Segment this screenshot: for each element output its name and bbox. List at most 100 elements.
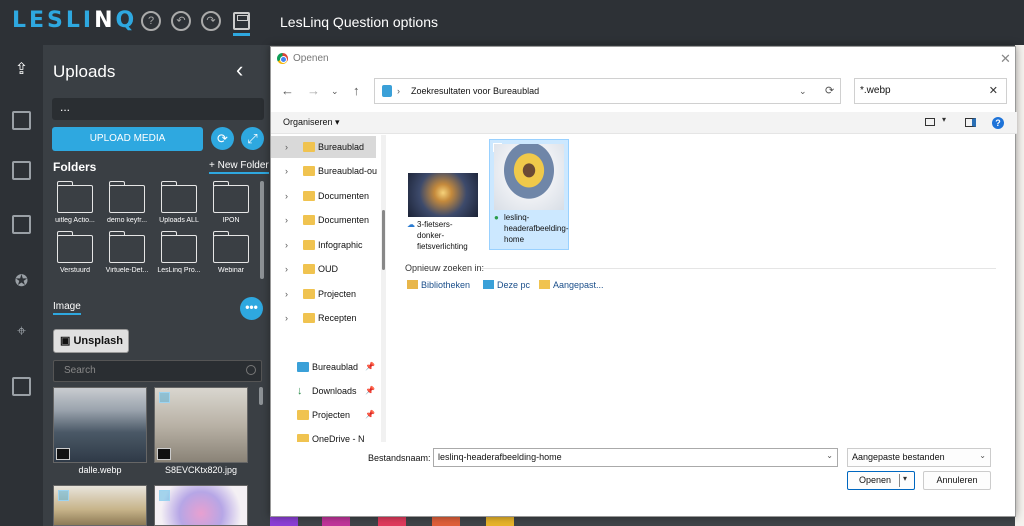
redo-icon[interactable]: ↷ — [201, 11, 221, 31]
question-icon[interactable] — [12, 215, 31, 234]
image-tab[interactable]: Image — [53, 301, 81, 315]
select-checkbox[interactable] — [58, 490, 69, 501]
folder-item[interactable]: Uploads ALL — [156, 181, 202, 224]
view-icon[interactable] — [925, 118, 935, 126]
chevron-right-icon[interactable]: › — [285, 307, 288, 329]
url-input[interactable]: ... — [52, 98, 264, 120]
help-icon[interactable]: ? — [992, 117, 1004, 129]
nav-item[interactable]: › Bureaublad-ou — [271, 160, 377, 182]
pin-icon[interactable]: 📌 — [365, 356, 375, 378]
folder-item[interactable]: uitleg Actio... — [52, 181, 98, 224]
unsplash-button[interactable]: ▣ Unsplash — [53, 329, 129, 353]
chevron-down-icon[interactable]: ⌄ — [979, 451, 986, 460]
custom-folder-icon — [539, 280, 550, 289]
nav-item[interactable]: › Documenten — [271, 185, 376, 207]
media-icon[interactable] — [12, 161, 31, 180]
location-link[interactable]: Bibliotheken — [407, 280, 470, 290]
location-link[interactable]: Deze pc — [483, 280, 530, 290]
camera-icon: ▣ — [60, 335, 74, 347]
chevron-right-icon[interactable]: › — [285, 209, 288, 231]
background-icon[interactable] — [12, 377, 31, 396]
forward-icon[interactable]: → — [307, 83, 320, 98]
nav-item-bureaublad[interactable]: › Bureaublad — [271, 136, 376, 158]
refresh-icon[interactable]: ⟳ — [211, 127, 234, 150]
search-input[interactable]: *.webp ✕ — [854, 78, 1007, 104]
expand-icon[interactable]: ⤢ — [241, 127, 264, 150]
nav-item[interactable]: › OUD — [271, 258, 376, 280]
pin-icon[interactable]: 📌 — [365, 404, 375, 426]
filename-input[interactable]: leslinq-headerafbeelding-home ⌄ — [433, 448, 838, 467]
interaction-icon[interactable]: ⌖ — [0, 307, 43, 357]
file-item[interactable]: ☁ 3-fietsers-donker-fietsverlichting — [403, 169, 483, 256]
folder-item[interactable]: IPON — [208, 181, 254, 224]
back-icon[interactable]: ← — [281, 83, 294, 98]
media-thumbnail[interactable] — [53, 485, 147, 526]
nav-item[interactable]: › Recepten — [271, 307, 376, 329]
quick-access-item[interactable]: OneDrive - N — [271, 428, 376, 442]
nav-scrollbar[interactable] — [381, 135, 386, 442]
text-icon[interactable] — [12, 111, 31, 130]
split-divider — [899, 474, 900, 487]
chevron-right-icon[interactable]: › — [285, 160, 288, 182]
app-logo[interactable]: LESLINQ — [12, 8, 137, 33]
select-checkbox[interactable] — [159, 392, 170, 403]
select-checkbox[interactable] — [159, 490, 170, 501]
folder-item[interactable]: Webinar — [208, 231, 254, 274]
media-thumbnail[interactable] — [154, 485, 248, 526]
refresh-icon[interactable]: ⟳ — [825, 79, 834, 103]
undo-icon[interactable]: ↶ — [171, 11, 191, 31]
location-link[interactable]: Aangepast... — [539, 280, 604, 290]
elements-icon[interactable]: ✪ — [0, 257, 43, 307]
media-scrollbar[interactable] — [259, 387, 263, 405]
help-icon[interactable]: ? — [141, 11, 161, 31]
recent-locations-icon[interactable]: ⌄ — [331, 86, 339, 97]
quick-access-item[interactable]: ↓ Downloads 📌 — [271, 380, 376, 402]
folder-item[interactable]: LesLinq Pro... — [156, 231, 202, 274]
clear-search-icon[interactable]: ✕ — [989, 79, 998, 103]
open-button[interactable]: Openen ▾ — [847, 471, 915, 490]
quick-access-item[interactable]: Bureaublad 📌 — [271, 356, 376, 378]
organize-button[interactable]: Organiseren ▾ — [283, 117, 340, 128]
media-search-input[interactable]: Search — [53, 360, 262, 382]
new-folder-button[interactable]: + New Folder — [209, 160, 269, 174]
chevron-down-icon[interactable]: ⌄ — [799, 79, 807, 103]
file-item-selected[interactable]: ✓ ●leslinq-headerafbeelding-home — [489, 139, 569, 250]
scrollbar-thumb[interactable] — [382, 210, 385, 270]
view-options-icon[interactable]: ▾ — [942, 115, 946, 124]
collapse-icon[interactable]: ‹ — [236, 57, 243, 83]
chevron-right-icon[interactable]: › — [285, 234, 288, 256]
chevron-right-icon[interactable]: › — [285, 185, 288, 207]
chevron-right-icon[interactable]: › — [285, 258, 288, 280]
chevron-right-icon[interactable]: › — [285, 283, 288, 305]
folder-item[interactable]: demo keyfr... — [104, 181, 150, 224]
up-icon[interactable]: ↑ — [353, 83, 360, 98]
more-options-button[interactable]: ••• — [240, 297, 263, 320]
save-icon[interactable] — [233, 12, 250, 30]
folders-scrollbar[interactable] — [260, 181, 264, 279]
folder-icon — [303, 289, 315, 299]
media-thumbnail[interactable] — [154, 387, 248, 463]
media-thumbnail[interactable] — [53, 387, 147, 463]
nav-item[interactable]: › Projecten — [271, 283, 376, 305]
image-type-icon — [56, 448, 70, 460]
nav-item[interactable]: › Documenten — [271, 209, 376, 231]
chevron-right-icon[interactable]: › — [285, 136, 288, 158]
nav-item[interactable]: › Infographic — [271, 234, 376, 256]
preview-pane-icon[interactable] — [965, 118, 976, 127]
folder-item[interactable]: Virtuele-Det... — [104, 231, 150, 274]
address-bar[interactable]: › Zoekresultaten voor Bureaublad ⌄ ⟳ — [374, 78, 841, 104]
close-icon[interactable]: ✕ — [1000, 51, 1011, 67]
quick-access-item[interactable]: Projecten 📌 — [271, 404, 376, 426]
filetype-select[interactable]: Aangepaste bestanden ⌄ — [847, 448, 991, 467]
folder-item[interactable]: Verstuurd — [52, 231, 98, 274]
folder-icon — [160, 231, 197, 263]
upload-icon[interactable]: ⇪ — [0, 45, 43, 95]
caret-down-icon[interactable]: ▾ — [903, 474, 907, 483]
divider — [481, 268, 996, 269]
cloud-icon: ☁ — [407, 220, 415, 229]
cancel-button[interactable]: Annuleren — [923, 471, 991, 490]
upload-media-button[interactable]: UPLOAD MEDIA — [52, 127, 203, 151]
pin-icon[interactable]: 📌 — [365, 380, 375, 402]
search-icon[interactable] — [246, 365, 256, 375]
chevron-down-icon[interactable]: ⌄ — [826, 451, 833, 460]
